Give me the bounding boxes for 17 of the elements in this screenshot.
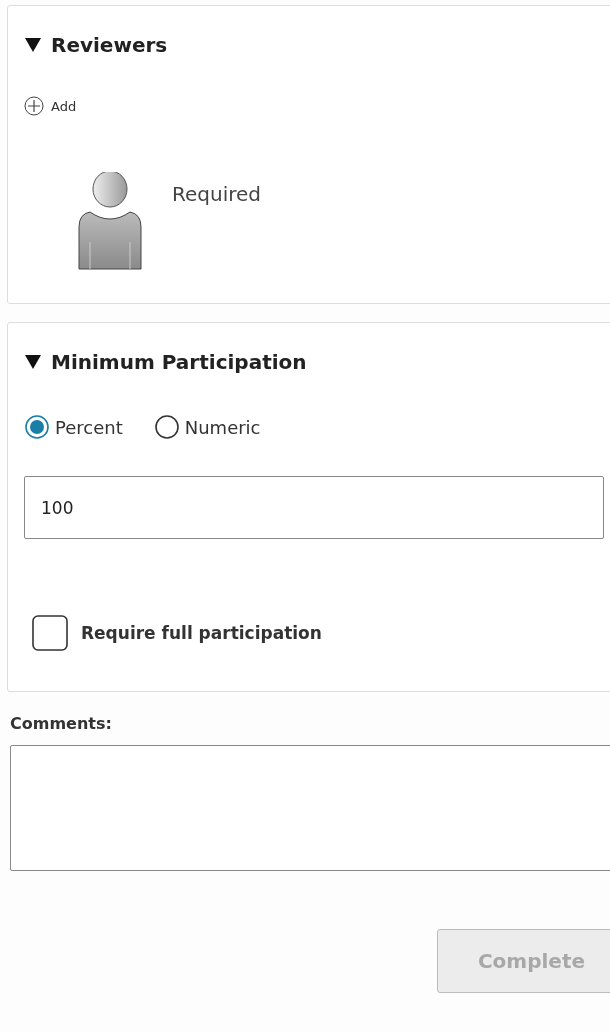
comments-field[interactable] — [10, 745, 610, 871]
plus-circle-icon — [24, 96, 44, 116]
reviewer-role: Required — [172, 182, 261, 206]
expand-triangle-icon[interactable] — [25, 355, 41, 369]
radio-label: Percent — [55, 416, 123, 438]
comments-label: Comments: — [10, 714, 113, 733]
add-button[interactable]: Add — [24, 96, 77, 116]
checkbox-label: Require full participation — [81, 623, 322, 643]
section-title: Reviewers — [51, 33, 168, 57]
radio-button[interactable] — [154, 415, 179, 439]
person-avatar-icon — [78, 172, 142, 270]
checkbox[interactable] — [32, 615, 68, 651]
section-title: Minimum Participation — [51, 350, 307, 374]
radio-button[interactable] — [25, 415, 49, 439]
participation-field[interactable]: 100 — [24, 476, 604, 539]
expand-triangle-icon[interactable] — [25, 38, 41, 52]
radio-label: Numeric — [184, 416, 261, 438]
